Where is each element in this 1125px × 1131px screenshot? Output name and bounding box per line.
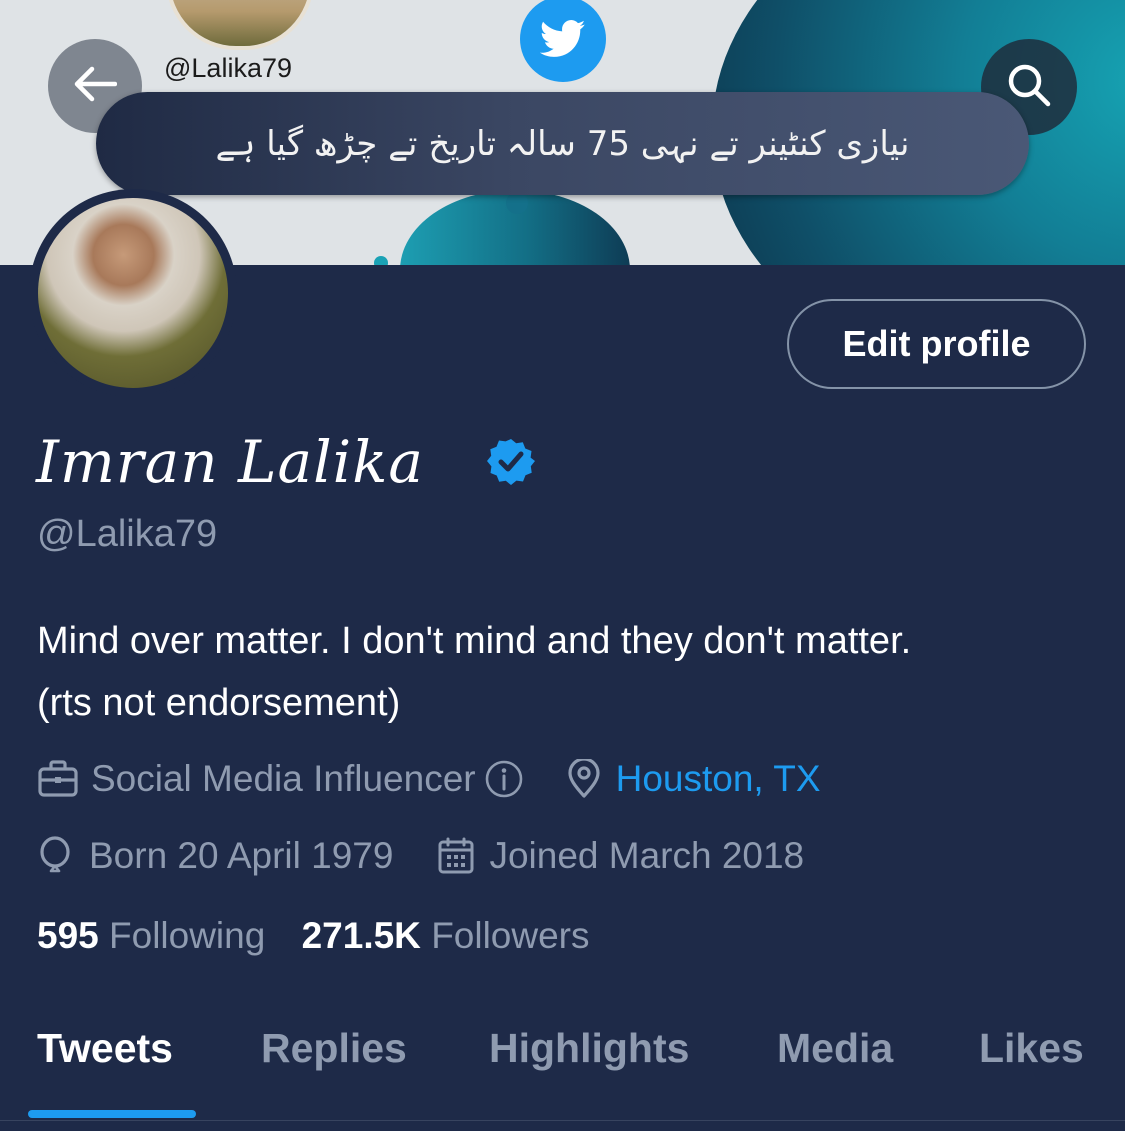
tab-replies[interactable]: Replies [261,1025,407,1072]
category-label: Social Media Influencer [91,758,476,799]
edit-profile-button[interactable]: Edit profile [787,299,1086,389]
tab-media[interactable]: Media [777,1025,893,1072]
born-label: Born 20 April 1979 [89,835,394,876]
followers-count: 271.5K [301,915,421,956]
profile-meta-row: Social Media Influencer Houston, TX [37,754,821,804]
banner-avatar [166,0,314,50]
banner-caption-text: نیازی کنٹینر تے نہی 75 سالہ تاریخ تے چڑھ… [215,124,910,164]
follow-stats: 595 Following 271.5K Followers [37,915,590,957]
arrow-left-icon [73,65,118,108]
joined-label: Joined March 2018 [489,835,805,876]
banner-shape [374,256,388,265]
twitter-bird-icon [520,0,606,82]
avatar-frame[interactable] [29,189,237,397]
tabs-divider [0,1120,1125,1121]
profile-meta-row: Born 20 April 1979 Joined March 2018 [37,831,804,881]
profile-handle: @Lalika79 [37,513,218,555]
birthday-item: Born 20 April 1979 [37,835,393,877]
avatar[interactable] [38,198,228,388]
info-icon[interactable] [484,759,524,799]
bio-line: Mind over matter. I don't mind and they … [37,620,912,662]
category-item: Social Media Influencer [37,758,524,800]
briefcase-icon [37,759,79,799]
balloon-icon [37,835,73,877]
display-name: Imran Lalika [36,428,424,496]
banner-caption: نیازی کنٹینر تے نہی 75 سالہ تاریخ تے چڑھ… [96,92,1029,195]
joined-item: Joined March 2018 [437,835,804,877]
tab-tweets[interactable]: Tweets [37,1025,173,1072]
location-pin-icon [566,759,602,799]
followers-link[interactable]: 271.5K Followers [302,915,590,956]
following-label: Following [109,915,266,956]
following-link[interactable]: 595 Following [37,915,265,956]
banner-handle: @Lalika79 [164,53,292,83]
active-tab-indicator [28,1110,196,1118]
profile-bio: Mind over matter. I don't mind and they … [37,610,1107,734]
tab-likes[interactable]: Likes [979,1025,1084,1072]
verified-badge-icon[interactable] [487,437,535,485]
tab-highlights[interactable]: Highlights [489,1025,689,1072]
calendar-icon [437,836,475,876]
location-item: Houston, TX [566,758,821,800]
followers-label: Followers [431,915,590,956]
location-link[interactable]: Houston, TX [616,758,821,800]
banner-shape [506,192,528,214]
bio-line: (rts not endorsement) [37,682,401,724]
following-count: 595 [37,915,99,956]
